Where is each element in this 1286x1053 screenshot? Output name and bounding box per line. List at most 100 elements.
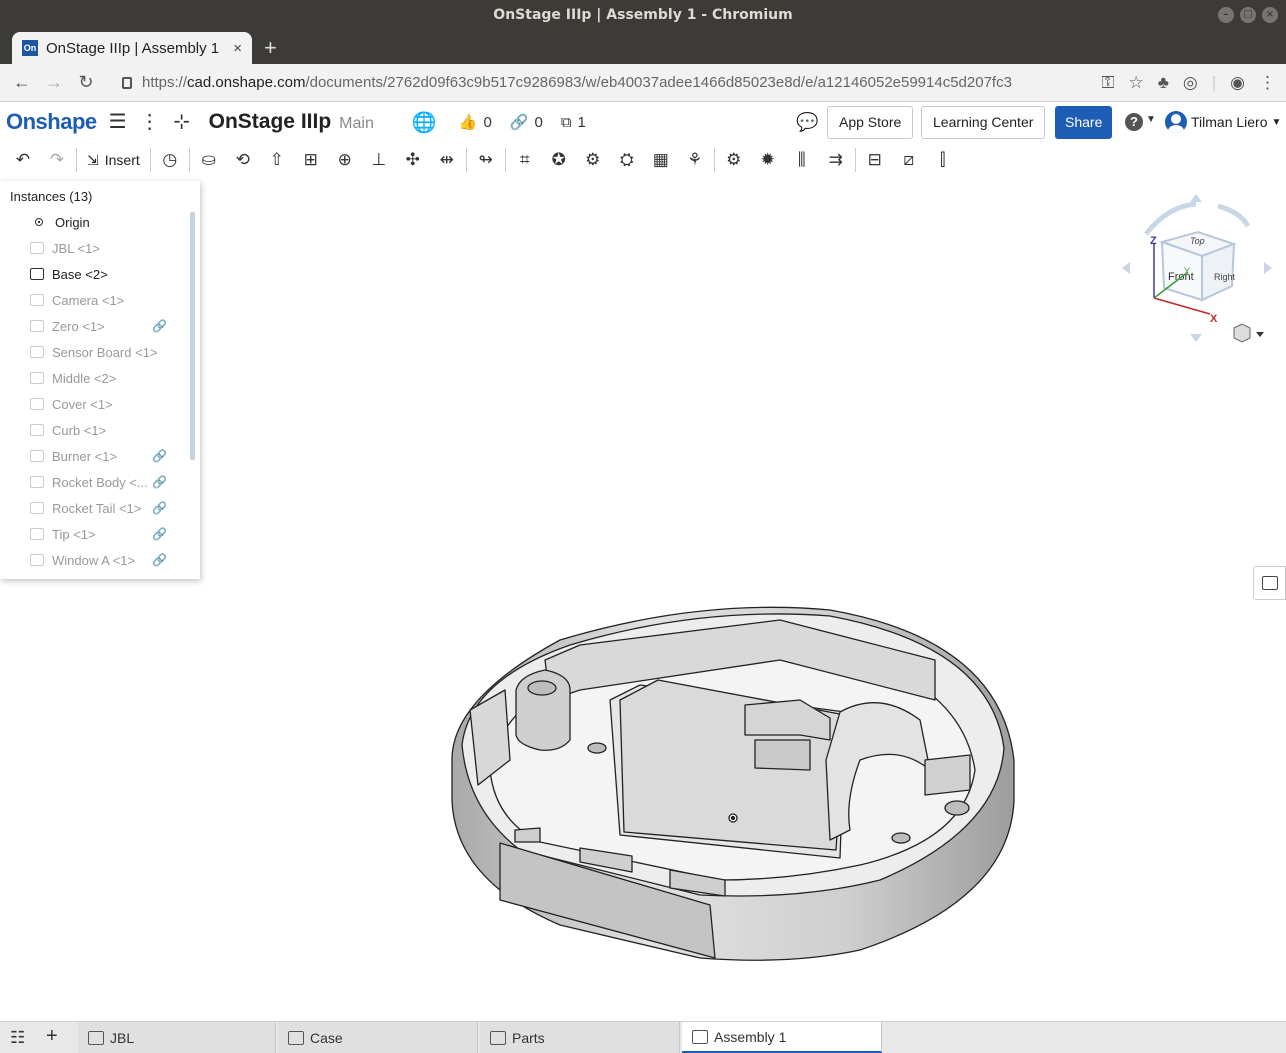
tab-close-icon[interactable]: × <box>233 40 242 57</box>
group-icon[interactable]: ✪ <box>542 146 576 174</box>
hamburger-menu-icon[interactable]: ☰ <box>107 111 129 133</box>
list-item[interactable]: Rocket Tail <1> 🔗 <box>0 495 200 521</box>
section-view-icon[interactable]: ⧄ <box>892 146 926 174</box>
user-name: Tilman Liero <box>1191 114 1268 130</box>
ball-mate-icon[interactable]: ✣ <box>396 146 430 174</box>
list-item[interactable]: Camera <1> <box>0 287 200 313</box>
list-item[interactable]: Curb <1> <box>0 417 200 443</box>
link-icon[interactable]: 🔗 <box>152 527 167 541</box>
app-store-button[interactable]: App Store <box>827 106 914 139</box>
toolbar-separator <box>854 148 856 172</box>
list-item[interactable]: Zero <1> 🔗 <box>0 313 200 339</box>
tangent-mate-icon[interactable]: ↬ <box>469 146 503 174</box>
extension-mask-icon[interactable]: ◎ <box>1183 73 1198 93</box>
list-item[interactable]: Origin <box>0 209 200 235</box>
feature-list-icon[interactable]: ⋮ <box>139 111 161 133</box>
viewcube-top-label[interactable]: Top <box>1190 236 1205 246</box>
link-icon[interactable]: 🔗 <box>152 475 167 489</box>
branch-name[interactable]: Main <box>339 115 374 133</box>
slider-mate-icon[interactable]: ⇧ <box>260 146 294 174</box>
bookmark-star-icon[interactable]: ☆ <box>1128 73 1143 93</box>
likes-counter[interactable]: 👍 0 <box>459 113 492 132</box>
planar-mate-icon[interactable]: ⊞ <box>294 146 328 174</box>
back-button[interactable]: ← <box>6 72 38 93</box>
rotate-left-arrow-icon[interactable] <box>1122 262 1130 274</box>
instance-label: Camera <1> <box>52 292 125 308</box>
comments-icon[interactable]: 💬 <box>796 112 818 133</box>
url-field[interactable]: https://cad.onshape.com/documents/2762d0… <box>122 74 1012 91</box>
share-button[interactable]: Share <box>1055 106 1113 139</box>
list-item[interactable]: JBL <1> <box>0 235 200 261</box>
document-name[interactable]: OnStage IIIp <box>209 110 332 134</box>
gear-relation-icon[interactable]: ⛭ <box>610 146 644 174</box>
links-counter[interactable]: 🔗 0 <box>510 113 543 132</box>
view-cube[interactable]: Top Front Right Z X Y <box>1118 192 1278 352</box>
explode-icon[interactable]: ⇉ <box>819 146 853 174</box>
maximize-button[interactable]: □ <box>1240 7 1256 23</box>
rotate-right-arrow-icon[interactable] <box>1264 262 1272 274</box>
list-item[interactable]: Window A <1> 🔗 <box>0 547 200 573</box>
tab-assembly-1[interactable]: Assembly 1 <box>682 1022 882 1053</box>
settings-gear-icon[interactable]: ✹ <box>751 146 785 174</box>
list-item[interactable]: Base <2> <box>0 261 200 287</box>
new-tab-button[interactable]: + <box>264 35 277 61</box>
redo-icon[interactable]: ↷ <box>40 146 74 174</box>
minimize-button[interactable]: – <box>1218 7 1234 23</box>
instances-title: Instances (13) <box>10 189 93 204</box>
instances-scrollbar[interactable] <box>190 212 195 460</box>
rack-icon[interactable]: ⫼ <box>785 146 819 174</box>
part-instance-icon <box>30 372 44 384</box>
list-item[interactable]: Rocket Body <... 🔗 <box>0 469 200 495</box>
menu-kebab-icon[interactable]: ⋮ <box>1259 73 1276 93</box>
tab-case[interactable]: Case <box>278 1022 478 1053</box>
key-icon[interactable]: ⚿ <box>1102 73 1115 93</box>
fastened-mate-icon[interactable]: ⛀ <box>192 146 226 174</box>
gear-icon[interactable]: ⚙ <box>717 146 751 174</box>
pin-slot-mate-icon[interactable]: ⊥ <box>362 146 396 174</box>
user-menu[interactable]: Tilman Liero ▼ <box>1165 111 1281 133</box>
list-item[interactable]: Cover <1> <box>0 391 200 417</box>
relation-icon[interactable]: ⚙ <box>576 146 610 174</box>
onshape-logo[interactable]: Onshape <box>6 109 97 135</box>
rotate-up-arrow-icon[interactable] <box>1190 194 1202 202</box>
compare-icon[interactable]: ⫿ <box>926 146 960 174</box>
link-icon[interactable]: 🔗 <box>152 501 167 515</box>
list-item[interactable]: Sensor Board <1> <box>0 339 200 365</box>
forward-button[interactable]: → <box>38 72 70 93</box>
reload-button[interactable]: ↻ <box>70 72 102 93</box>
copies-counter[interactable]: ⧉ 1 <box>561 114 586 131</box>
cylindrical-mate-icon[interactable]: ⊕ <box>328 146 362 174</box>
browser-tab[interactable]: On OnStage IIIp | Assembly 1 × <box>12 32 252 64</box>
revolute-mate-icon[interactable]: ⟲ <box>226 146 260 174</box>
tab-jbl[interactable]: JBL <box>78 1022 276 1053</box>
appearance-panel-button[interactable] <box>1253 566 1286 600</box>
insert-button[interactable]: ⇲ Insert <box>79 152 148 169</box>
mate-tree-icon[interactable]: ⊹ <box>171 111 193 133</box>
list-item[interactable]: Middle <2> <box>0 365 200 391</box>
extension-paw-icon[interactable]: ♣ <box>1158 73 1169 93</box>
globe-icon[interactable]: 🌐 <box>412 110 437 135</box>
history-clock-icon[interactable]: ◷ <box>153 146 187 174</box>
tab-parts[interactable]: Parts <box>480 1022 680 1053</box>
learning-center-button[interactable]: Learning Center <box>921 106 1046 139</box>
list-item[interactable]: Burner <1> 🔗 <box>0 443 200 469</box>
profile-icon[interactable]: ◉ <box>1230 73 1245 93</box>
viewcube-right-label[interactable]: Right <box>1214 272 1236 282</box>
rotate-down-arrow-icon[interactable] <box>1190 334 1202 342</box>
link-icon[interactable]: 🔗 <box>152 553 167 567</box>
help-icon[interactable]: ? <box>1125 113 1143 131</box>
close-window-button[interactable]: × <box>1262 7 1278 23</box>
help-chevron-down-icon[interactable]: ▼ <box>1146 114 1156 125</box>
view-options-cube-icon[interactable] <box>1233 323 1264 343</box>
replicate-icon[interactable]: ⚘ <box>678 146 712 174</box>
undo-icon[interactable]: ↶ <box>6 146 40 174</box>
link-icon[interactable]: 🔗 <box>152 449 167 463</box>
add-tab-icon[interactable]: + <box>46 1025 58 1048</box>
link-icon[interactable]: 🔗 <box>152 319 167 333</box>
measure-icon[interactable]: ⊟ <box>858 146 892 174</box>
mate-connector-icon[interactable]: ⌗ <box>508 146 542 174</box>
parallel-mate-icon[interactable]: ⇹ <box>430 146 464 174</box>
linear-pattern-icon[interactable]: ▦ <box>644 146 678 174</box>
tab-manager-icon[interactable]: ☷ <box>10 1028 25 1048</box>
list-item[interactable]: Tip <1> 🔗 <box>0 521 200 547</box>
